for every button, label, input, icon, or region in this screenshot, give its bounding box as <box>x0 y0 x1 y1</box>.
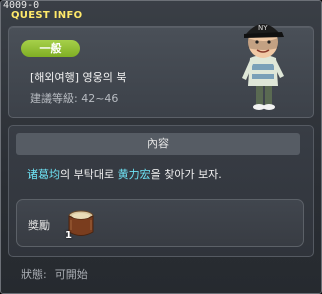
description-text: 의 부탁대로 <box>60 168 118 181</box>
window-title: QUEST INFO <box>11 10 83 21</box>
status-value: 可開始 <box>54 268 88 281</box>
category-badge: 一般 <box>21 40 80 57</box>
reward-panel <box>16 199 304 247</box>
quest-status: 狀態: 可開始 <box>21 266 96 282</box>
npc-name-highlight: 黄力宏 <box>117 168 151 181</box>
npc-name-highlight: 诸葛均 <box>27 168 60 181</box>
reward-item-count: 1 <box>65 230 72 241</box>
quest-name: [해외여행] 영웅의 북 <box>30 71 127 84</box>
reward-label: 獎勵 <box>28 219 50 232</box>
content-section-header: 內容 <box>16 133 300 155</box>
quest-level-requirement: 建議等級: 42~46 <box>30 92 119 105</box>
svg-text:NY: NY <box>258 24 268 32</box>
quest-description: 诸葛均의 부탁대로 黄力宏을 찾아가 보자. <box>27 166 222 182</box>
status-label: 狀態: <box>21 268 47 281</box>
description-text: 을 찾아가 보자. <box>150 168 222 181</box>
npc-portrait-icon: NY <box>242 24 284 110</box>
